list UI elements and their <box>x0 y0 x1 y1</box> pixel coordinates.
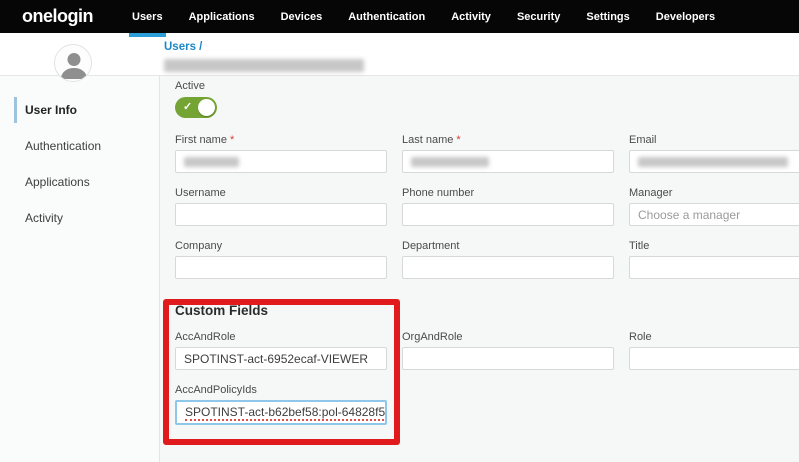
manager-select[interactable]: Choose a manager <box>629 203 799 226</box>
breadcrumb: Users / <box>164 37 364 72</box>
form-row-name-email: First name* Last name* Email <box>175 133 799 173</box>
onelogin-user-profile-page: onelogin Users Applications Devices Auth… <box>0 0 799 462</box>
manager-label: Manager <box>629 186 799 200</box>
phone-number-input[interactable] <box>402 203 614 226</box>
custom-fields-row-2: AccAndPolicyIds SPOTINST-act-b62bef58:po… <box>175 383 799 425</box>
nav-item-activity[interactable]: Activity <box>438 0 504 33</box>
last-name-input[interactable] <box>402 150 614 173</box>
required-asterisk: * <box>456 134 460 146</box>
onelogin-logo: onelogin <box>22 0 93 33</box>
company-input[interactable] <box>175 256 387 279</box>
department-label: Department <box>402 239 614 253</box>
redacted-value <box>411 157 489 167</box>
last-name-field: Last name* <box>402 133 614 173</box>
first-name-input[interactable] <box>175 150 387 173</box>
breadcrumb-users-link[interactable]: Users / <box>164 41 202 53</box>
acc-and-role-input[interactable]: SPOTINST-act-6952ecaf-VIEWER <box>175 347 387 370</box>
sidebar-item-activity[interactable]: Activity <box>17 205 159 231</box>
title-field: Title <box>629 239 799 279</box>
department-field: Department <box>402 239 614 279</box>
active-toggle-block: Active ✓ <box>175 79 799 118</box>
sidebar-item-authentication[interactable]: Authentication <box>17 133 159 159</box>
check-icon: ✓ <box>183 100 192 113</box>
org-and-role-field: OrgAndRole <box>402 330 614 370</box>
acc-and-policy-ids-field: AccAndPolicyIds SPOTINST-act-b62bef58:po… <box>175 383 387 425</box>
top-nav-bar: onelogin Users Applications Devices Auth… <box>0 0 799 33</box>
username-label: Username <box>175 186 387 200</box>
phone-number-label: Phone number <box>402 186 614 200</box>
nav-item-authentication[interactable]: Authentication <box>335 0 438 33</box>
company-field: Company <box>175 239 387 279</box>
active-label: Active <box>175 79 799 93</box>
org-and-role-label: OrgAndRole <box>402 330 614 344</box>
user-avatar-icon <box>54 44 92 82</box>
manager-field: Manager Choose a manager <box>629 186 799 226</box>
nav-item-applications[interactable]: Applications <box>176 0 268 33</box>
manager-placeholder: Choose a manager <box>638 208 740 222</box>
sidebar-item-user-info[interactable]: User Info <box>14 97 159 123</box>
page-header <box>0 33 799 75</box>
acc-and-policy-ids-input[interactable]: SPOTINST-act-b62bef58:pol-64828f58 <box>175 400 387 425</box>
nav-item-settings[interactable]: Settings <box>573 0 642 33</box>
redacted-value <box>638 157 788 167</box>
role-label: Role <box>629 330 799 344</box>
active-toggle[interactable]: ✓ <box>175 97 217 118</box>
title-label: Title <box>629 239 799 253</box>
acc-and-role-field: AccAndRole SPOTINST-act-6952ecaf-VIEWER <box>175 330 387 370</box>
title-input[interactable] <box>629 256 799 279</box>
email-field: Email <box>629 133 799 173</box>
company-label: Company <box>175 239 387 253</box>
username-input[interactable] <box>175 203 387 226</box>
email-input[interactable] <box>629 150 799 173</box>
acc-and-role-label: AccAndRole <box>175 330 387 344</box>
sidebar-item-applications[interactable]: Applications <box>17 169 159 195</box>
last-name-label: Last name* <box>402 133 614 147</box>
role-field: Role <box>629 330 799 370</box>
required-asterisk: * <box>230 134 234 146</box>
custom-fields-row-1: AccAndRole SPOTINST-act-6952ecaf-VIEWER … <box>175 330 799 370</box>
form-row-username-phone-manager: Username Phone number Manager Choose a m… <box>175 186 799 226</box>
first-name-label: First name* <box>175 133 387 147</box>
nav-item-developers[interactable]: Developers <box>643 0 728 33</box>
acc-and-policy-ids-label: AccAndPolicyIds <box>175 383 387 397</box>
top-nav-items: Users Applications Devices Authenticatio… <box>119 0 728 33</box>
phone-number-field: Phone number <box>402 186 614 226</box>
role-input[interactable] <box>629 347 799 370</box>
redacted-username <box>164 59 364 72</box>
sidebar: User Info Authentication Applications Ac… <box>0 76 160 462</box>
nav-item-devices[interactable]: Devices <box>268 0 336 33</box>
form-row-company-department-title: Company Department Title <box>175 239 799 279</box>
nav-item-users[interactable]: Users <box>119 0 176 33</box>
redacted-value <box>184 157 239 167</box>
user-info-form: Active ✓ First name* Last name* Email <box>160 76 799 462</box>
org-and-role-input[interactable] <box>402 347 614 370</box>
nav-item-security[interactable]: Security <box>504 0 573 33</box>
first-name-field: First name* <box>175 133 387 173</box>
department-input[interactable] <box>402 256 614 279</box>
toggle-knob <box>198 99 215 116</box>
content-area: User Info Authentication Applications Ac… <box>0 75 799 462</box>
username-field: Username <box>175 186 387 226</box>
email-label: Email <box>629 133 799 147</box>
custom-fields-heading: Custom Fields <box>175 303 799 318</box>
